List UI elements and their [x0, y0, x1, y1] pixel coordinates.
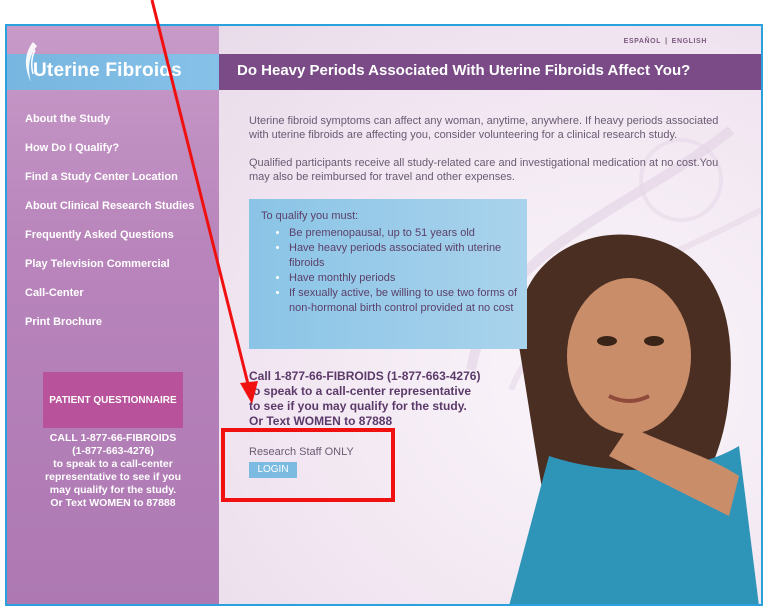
annotation-arrow-icon — [150, 0, 258, 404]
annotation-highlight-box — [221, 428, 395, 502]
